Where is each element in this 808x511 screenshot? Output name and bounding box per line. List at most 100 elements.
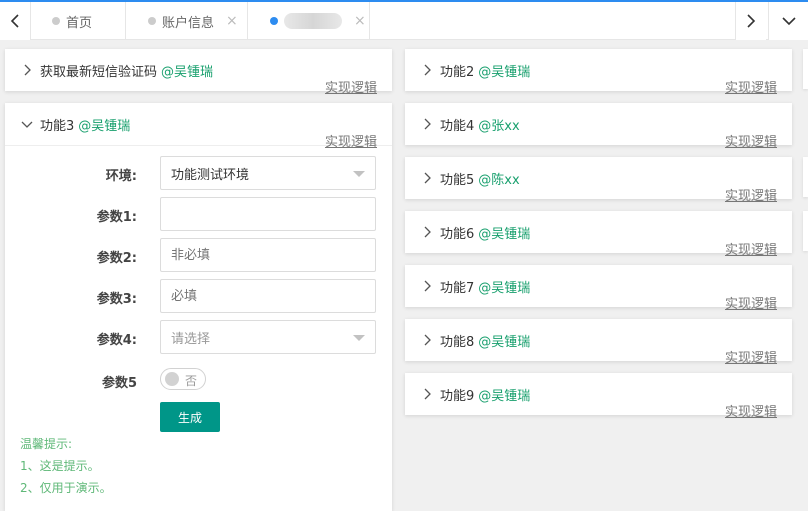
card-title-text: 功能6 [440,227,475,242]
chevron-right-icon [424,388,431,400]
feature-card-5[interactable]: 功能5 @陈xx 实现逻辑 [405,157,792,204]
close-icon[interactable]: × [354,13,366,29]
param1-label: 参数1: [96,210,137,225]
chevron-right-icon [424,280,431,292]
card-title: 功能9 @吴锺瑞 [440,385,530,404]
param5-toggle[interactable]: 否 [160,368,206,390]
card-author: @吴锺瑞 [478,389,531,404]
card-title: 功能2 @吴锺瑞 [440,61,530,80]
tab-current[interactable]: ████ × [248,2,370,40]
logic-link[interactable]: 实现逻辑 [725,401,777,420]
offscreen-card-edge [803,49,808,89]
card-header[interactable]: 功能6 @吴锺瑞 实现逻辑 [405,211,792,258]
card-header[interactable]: 功能9 @吴锺瑞 实现逻辑 [405,373,792,420]
card-title: 功能5 @陈xx [440,169,520,188]
card-title: 功能3 @吴锺瑞 [40,115,130,134]
feature-card-3: 功能3@吴锺瑞 实现逻辑 环境: 功能测试环境 参数1: 参数2: 参数3: 参… [5,103,392,511]
card-title-text: 功能7 [440,281,475,296]
card-title: 功能7 @吴锺瑞 [440,277,530,296]
logic-link[interactable]: 实现逻辑 [725,293,777,312]
tab-scroll-right-button[interactable] [735,2,766,40]
toggle-knob [165,372,179,386]
form-row-env: 环境: 功能测试环境 [5,156,392,190]
card-author: @吴锺瑞 [478,227,531,242]
param4-select[interactable]: 请选择 [160,320,376,354]
form-row-param2: 参数2: [5,238,392,272]
tab-dot-icon [270,17,278,25]
tips-line: 1、这是提示。 [20,459,100,473]
card-author: @吴锺瑞 [478,335,531,350]
form-row-param5: 参数5 否 [5,365,392,399]
chevron-right-icon [424,172,431,184]
tab-home[interactable]: 首页 [30,2,126,40]
card-title: 获取最新短信验证码 @吴锺瑞 [40,61,213,80]
chevron-left-icon [10,14,19,28]
param3-label: 参数3: [96,292,137,307]
tab-label-redacted: ████ [284,13,342,29]
tab-bar: 首页 账户信息 × ████ × [0,0,808,40]
card-header[interactable]: 功能8 @吴锺瑞 实现逻辑 [405,319,792,366]
param2-label: 参数2: [96,251,137,266]
chevron-right-icon [424,226,431,238]
card-author: @吴锺瑞 [78,119,131,134]
feature-card-4[interactable]: 功能4 @张xx 实现逻辑 [405,103,792,150]
generate-button[interactable]: 生成 [160,402,220,432]
tab-dot-icon [148,17,156,25]
card-title-text: 功能3 [40,119,75,134]
card-title-text: 获取最新短信验证码 [40,65,158,80]
logic-link[interactable]: 实现逻辑 [725,185,777,204]
feature-card-6[interactable]: 功能6 @吴锺瑞 实现逻辑 [405,211,792,258]
card-header[interactable]: 功能7 @吴锺瑞 实现逻辑 [405,265,792,312]
offscreen-card-edge [803,157,808,197]
tips-line: 2、仅用于演示。 [20,481,112,495]
tab-account-info[interactable]: 账户信息 × [126,2,248,40]
logic-link[interactable]: 实现逻辑 [725,239,777,258]
card-header[interactable]: 获取最新短信验证码 @吴锺瑞 实现逻辑 [5,49,392,96]
logic-link[interactable]: 实现逻辑 [725,347,777,366]
card-title-text: 功能5 [440,173,475,188]
chevron-right-icon [747,14,756,28]
param4-select-value: 请选择 [171,331,211,347]
chevron-right-icon [424,334,431,346]
tab-dot-icon [52,17,60,25]
caret-down-icon [353,335,365,341]
logic-link[interactable]: 实现逻辑 [325,131,377,150]
feature-card-7[interactable]: 功能7 @吴锺瑞 实现逻辑 [405,265,792,312]
card-title-text: 功能8 [440,335,475,350]
feature-card-9[interactable]: 功能9 @吴锺瑞 实现逻辑 [405,373,792,420]
card-header[interactable]: 功能3 @吴锺瑞 实现逻辑 [5,103,392,150]
param3-input[interactable] [160,279,376,313]
feature-card-2[interactable]: 功能2 @吴锺瑞 实现逻辑 [405,49,792,96]
card-author: @陈xx [478,173,520,188]
form-row-param3: 参数3: [5,279,392,313]
logic-link[interactable]: 实现逻辑 [725,131,777,150]
env-label: 环境: [105,169,137,184]
card-author: @张xx [478,119,520,134]
feature-card-sms-code[interactable]: 获取最新短信验证码 @吴锺瑞 实现逻辑 [5,49,392,96]
tab-scroll-left-button[interactable] [0,2,31,40]
card-title: 功能4 @张xx [440,115,520,134]
offscreen-card-edge [803,211,808,251]
form-row-param1: 参数1: [5,197,392,231]
chevron-right-icon [424,64,431,76]
card-header[interactable]: 功能5 @陈xx 实现逻辑 [405,157,792,204]
tips-block: 温馨提示: 1、这是提示。 2、仅用于演示。 [20,433,112,499]
tab-menu-button[interactable] [768,2,808,40]
close-icon[interactable]: × [226,13,238,29]
env-select[interactable]: 功能测试环境 [160,156,376,190]
logic-link[interactable]: 实现逻辑 [725,77,777,96]
param2-input[interactable] [160,238,376,272]
form-row-submit: 生成 [5,402,392,436]
logic-link[interactable]: 实现逻辑 [325,77,377,96]
card-title-text: 功能2 [440,65,475,80]
param4-label: 参数4: [96,333,137,348]
card-header[interactable]: 功能4 @张xx 实现逻辑 [405,103,792,150]
chevron-right-icon [24,64,31,76]
toggle-text: 否 [185,374,198,388]
card-author: @吴锺瑞 [478,65,531,80]
card-header[interactable]: 功能2 @吴锺瑞 实现逻辑 [405,49,792,96]
param1-input[interactable] [160,197,376,231]
feature-card-8[interactable]: 功能8 @吴锺瑞 实现逻辑 [405,319,792,366]
card-title-text: 功能9 [440,389,475,404]
tips-title: 温馨提示: [20,437,73,451]
